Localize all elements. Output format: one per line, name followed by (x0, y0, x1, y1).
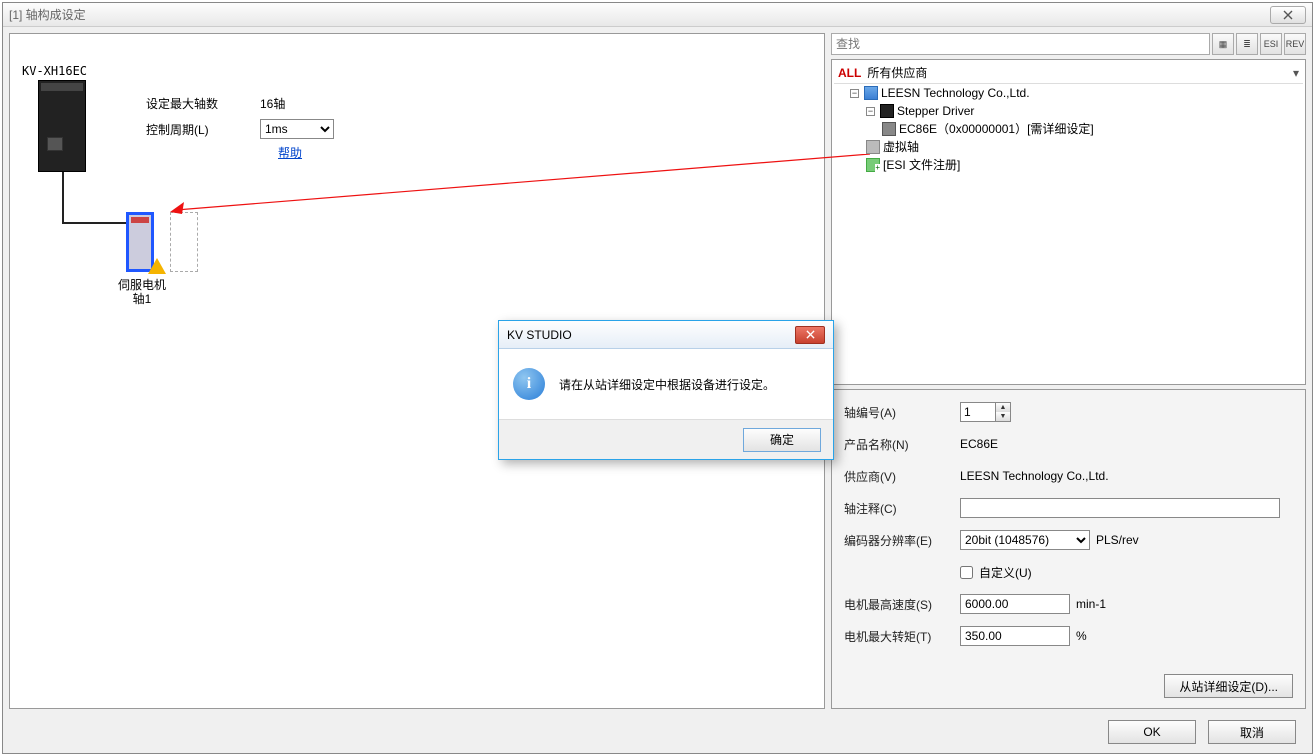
custom-checkbox[interactable] (960, 566, 973, 579)
vendor-icon (864, 86, 878, 100)
vendor-label: 供应商(V) (844, 468, 954, 485)
dialog-message: 请在从站详细设定中根据设备进行设定。 (559, 376, 775, 393)
rev-btn[interactable]: REV (1284, 33, 1306, 55)
torque-unit: % (1076, 629, 1087, 643)
close-icon (1283, 10, 1293, 20)
dialog-title: KV STUDIO (507, 328, 572, 342)
device-tree[interactable]: ALL 所有供应商 ▾ −LEESN Technology Co.,Ltd. −… (831, 59, 1306, 385)
close-icon (806, 330, 815, 339)
chevron-down-icon: ▾ (1293, 66, 1299, 80)
tree-virtual-axis[interactable]: 虚拟轴 (866, 138, 1303, 156)
view-btn-2[interactable]: ≣ (1236, 33, 1258, 55)
collapse-icon[interactable]: − (850, 89, 859, 98)
dialog-footer: OK 取消 (3, 715, 1312, 749)
max-torque-label: 电机最大转矩(T) (844, 628, 954, 645)
vendor-filter[interactable]: ALL 所有供应商 ▾ (834, 62, 1303, 84)
cycle-label: 控制周期(L) (146, 121, 246, 138)
speed-unit: min-1 (1076, 597, 1106, 611)
virtual-axis-icon (866, 140, 880, 154)
tree-esi-register[interactable]: [ESI 文件注册] (866, 156, 1303, 174)
dialog-close-button[interactable] (795, 326, 825, 344)
vendor-value: LEESN Technology Co.,Ltd. (960, 469, 1109, 483)
axis-no-input[interactable] (960, 402, 996, 422)
collapse-icon[interactable]: − (866, 107, 875, 116)
cancel-button[interactable]: 取消 (1208, 720, 1296, 744)
max-torque-input[interactable] (960, 626, 1070, 646)
right-pane: ▦ ≣ ESI REV ALL 所有供应商 ▾ −LEESN Technolog… (831, 33, 1306, 709)
product-name-value: EC86E (960, 437, 998, 451)
plc-module-icon[interactable] (38, 80, 86, 172)
titlebar: [1] 轴构成设定 (3, 3, 1312, 27)
all-badge: ALL (838, 66, 861, 80)
encoder-select[interactable]: 20bit (1048576) (960, 530, 1090, 550)
info-dialog: KV STUDIO i 请在从站详细设定中根据设备进行设定。 确定 (498, 320, 834, 460)
cycle-select[interactable]: 1ms (260, 119, 334, 139)
search-input[interactable] (831, 33, 1210, 55)
slave-detail-button[interactable]: 从站详细设定(D)... (1164, 674, 1293, 698)
max-speed-label: 电机最高速度(S) (844, 596, 954, 613)
view-btn-1[interactable]: ▦ (1212, 33, 1234, 55)
product-name-label: 产品名称(N) (844, 436, 954, 453)
warning-icon (148, 258, 166, 274)
assignment-arrow (170, 154, 870, 214)
dialog-titlebar: KV STUDIO (499, 321, 833, 349)
comment-input[interactable] (960, 498, 1280, 518)
module-name-label: KV-XH16EC (22, 64, 87, 78)
esi-register-icon (866, 158, 880, 172)
help-link[interactable]: 帮助 (278, 144, 302, 161)
axis-no-label: 轴编号(A) (844, 404, 954, 421)
dialog-ok-button[interactable]: 确定 (743, 428, 821, 452)
empty-slot[interactable] (170, 212, 198, 272)
spin-down[interactable]: ▼ (996, 412, 1010, 421)
comment-label: 轴注释(C) (844, 500, 954, 517)
wire (62, 172, 64, 222)
module-config: 设定最大轴数 16轴 控制周期(L) 1ms (146, 90, 334, 142)
max-axis-label: 设定最大轴数 (146, 95, 246, 112)
window-title: [1] 轴构成设定 (9, 6, 86, 23)
ok-button[interactable]: OK (1108, 720, 1196, 744)
wire (62, 222, 136, 224)
tree-driver[interactable]: −Stepper Driver (866, 102, 1303, 120)
esi-btn[interactable]: ESI (1260, 33, 1282, 55)
tree-device[interactable]: EC86E（0x00000001）[需详细设定] (882, 120, 1303, 138)
encoder-label: 编码器分辨率(E) (844, 532, 954, 549)
info-icon: i (513, 368, 545, 400)
tree-vendor[interactable]: −LEESN Technology Co.,Ltd. (850, 84, 1303, 102)
max-axis-value: 16轴 (260, 95, 285, 112)
vendor-filter-label: 所有供应商 (867, 64, 927, 81)
spin-up[interactable]: ▲ (996, 403, 1010, 412)
max-speed-input[interactable] (960, 594, 1070, 614)
encoder-unit: PLS/rev (1096, 533, 1139, 547)
device-icon (882, 122, 896, 136)
servo-label: 伺服电机轴1 (114, 278, 170, 306)
window-close-button[interactable] (1270, 6, 1306, 24)
custom-label: 自定义(U) (979, 564, 1032, 581)
axis-detail-panel: 轴编号(A) ▲▼ 产品名称(N) EC86E 供应商(V) LEESN Tec… (831, 389, 1306, 709)
driver-icon (880, 104, 894, 118)
